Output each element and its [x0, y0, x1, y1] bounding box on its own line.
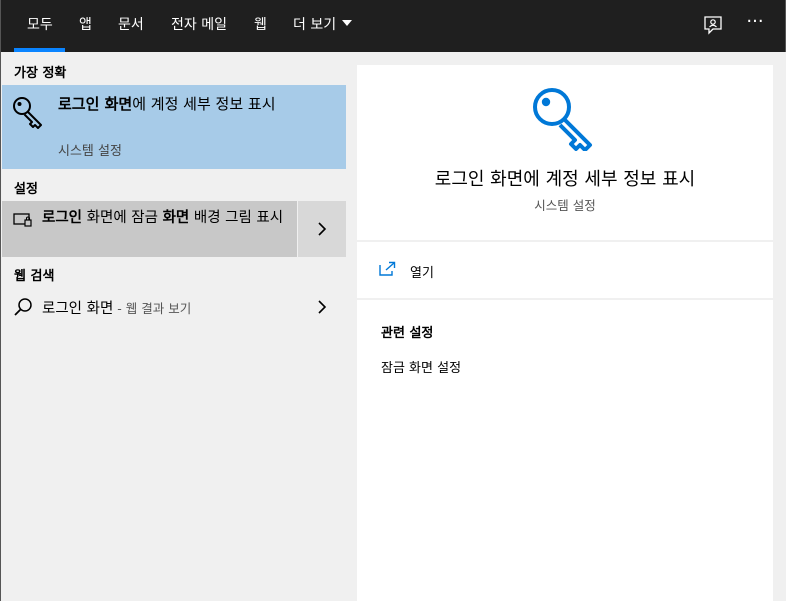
best-match-title-rest: 에 계정 세부 정보 표시: [132, 95, 276, 113]
web-search-item[interactable]: 로그인 화면 - 웹 결과 보기: [2, 289, 346, 325]
web-search-query: 로그인 화면: [42, 301, 114, 317]
monitor-lock-icon: [13, 212, 33, 228]
preview-pane: 로그인 화면에 계정 세부 정보 표시 시스템 설정 열기 관련 설정 잠금 화…: [357, 65, 773, 601]
setting-expand-button[interactable]: [298, 201, 346, 257]
divider: [357, 240, 773, 242]
tab-email[interactable]: 전자 메일: [171, 0, 227, 52]
setting-title-rest: 배경 그림 표시: [189, 210, 284, 226]
tab-documents[interactable]: 문서: [118, 0, 144, 52]
tab-more[interactable]: 더 보기: [293, 0, 353, 52]
open-label: 열기: [410, 266, 434, 281]
tab-more-label: 더 보기: [293, 17, 337, 33]
setting-result-item[interactable]: 로그인 화면에 잠금 화면 배경 그림 표시: [2, 201, 297, 257]
feedback-icon[interactable]: [701, 14, 725, 38]
preview-title: 로그인 화면에 계정 세부 정보 표시: [434, 169, 696, 190]
setting-title-bold-2: 화면: [162, 210, 190, 226]
more-options-icon[interactable]: ···: [743, 10, 767, 34]
key-icon: [11, 94, 49, 132]
search-icon: [13, 297, 33, 317]
setting-title-mid: 화면에 잠금: [82, 210, 163, 226]
related-settings-header: 관련 설정: [381, 326, 434, 341]
best-match-header: 가장 정확: [14, 66, 67, 81]
setting-result-title: 로그인 화면에 잠금 화면 배경 그림 표시: [42, 208, 292, 229]
search-filter-bar: 모두 앱 문서 전자 메일 웹 더 보기 ···: [0, 0, 786, 52]
best-match-item[interactable]: 로그인 화면에 계정 세부 정보 표시 시스템 설정: [2, 85, 346, 169]
setting-title-bold-1: 로그인: [42, 210, 83, 226]
settings-header: 설정: [14, 182, 38, 197]
chevron-down-icon: [342, 20, 353, 26]
open-external-icon: [379, 261, 397, 277]
web-search-text: 로그인 화면 - 웹 결과 보기: [42, 297, 191, 318]
web-search-header: 웹 검색: [14, 269, 55, 284]
best-match-subtitle: 시스템 설정: [58, 144, 122, 159]
best-match-title-highlight: 로그인 화면: [58, 95, 133, 113]
chevron-right-icon: [318, 222, 327, 236]
web-search-suffix: - 웹 결과 보기: [113, 301, 192, 316]
divider: [357, 298, 773, 300]
results-list: 가장 정확 로그인 화면에 계정 세부 정보 표시 시스템 설정 설정 로그인 …: [0, 52, 346, 601]
related-setting-link[interactable]: 잠금 화면 설정: [381, 357, 461, 376]
key-icon: [530, 85, 600, 152]
chevron-right-icon[interactable]: [317, 300, 327, 314]
best-match-title: 로그인 화면에 계정 세부 정보 표시: [58, 94, 298, 115]
tab-apps[interactable]: 앱: [79, 0, 92, 52]
tab-web[interactable]: 웹: [254, 0, 267, 52]
tab-all[interactable]: 모두: [27, 0, 53, 52]
preview-subtitle: 시스템 설정: [534, 198, 596, 213]
